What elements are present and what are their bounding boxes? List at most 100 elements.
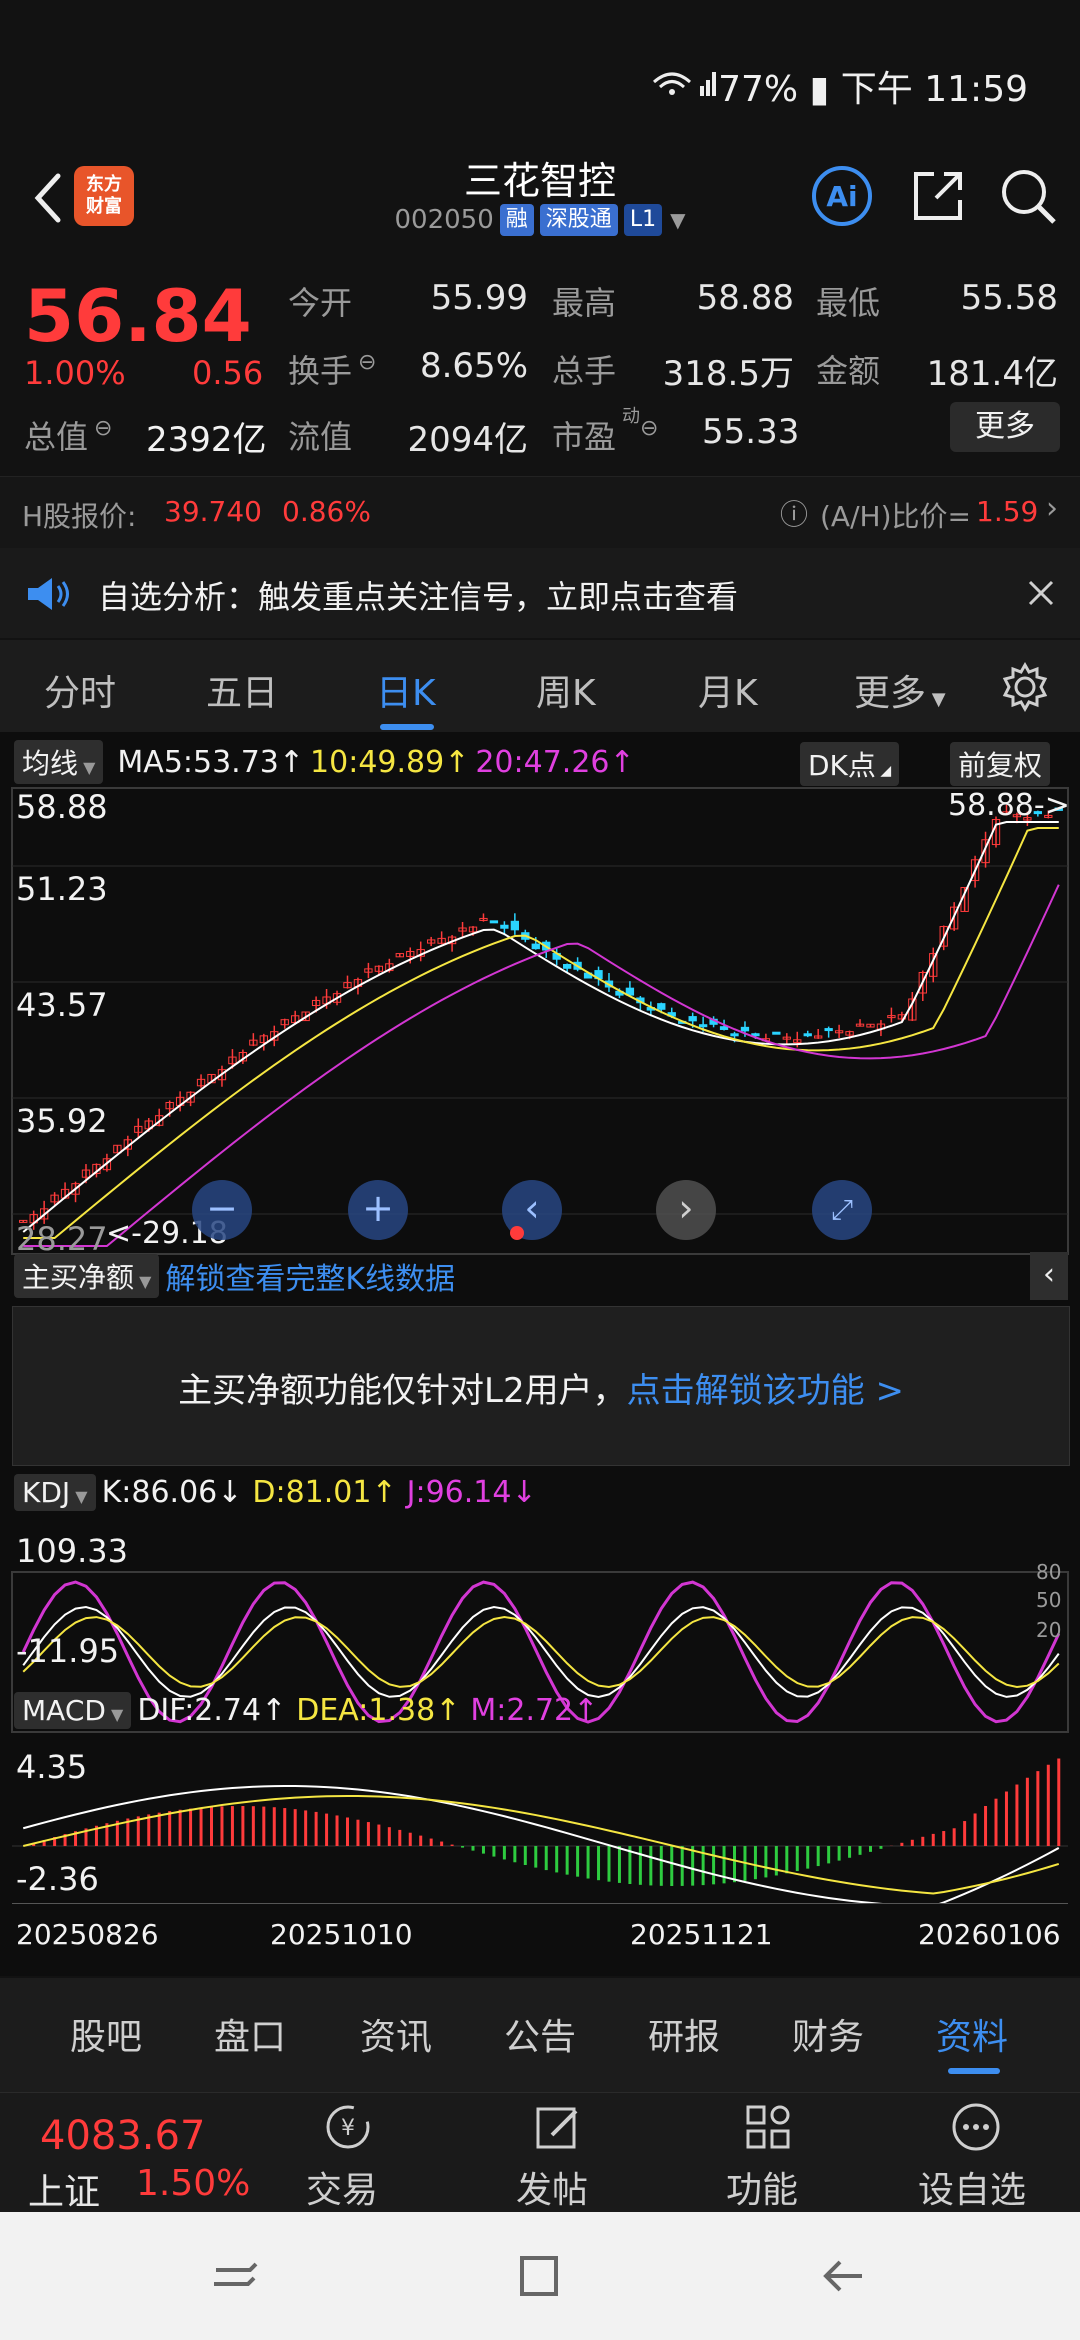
stat-value: 2094亿 [407,420,528,460]
recent-apps-icon[interactable] [210,2254,260,2298]
ai-icon[interactable]: Ai [810,164,874,228]
scroll-right-button[interactable]: › [656,1180,716,1240]
notice-text: 自选分析：触发重点关注信号，立即点击查看 [98,578,739,616]
net-buy-selector[interactable]: 主买净额 ▼ [14,1254,160,1298]
info-icon[interactable]: ⊖ [640,416,658,441]
stat-value: 55.99 [430,278,528,318]
candle-body [719,1026,729,1030]
search-icon[interactable] [996,164,1060,228]
period-tabs: 分时 五日 日K 周K 月K 更多 ▼ [0,640,1080,732]
kdj-k-value: K:86.06 [101,1475,218,1510]
h-share-label: H股报价: [22,500,137,533]
tab-finance[interactable]: 财务 [792,2008,864,2060]
macd-selector[interactable]: MACD ▼ [14,1692,132,1729]
tab-more[interactable]: 更多 ▼ [854,664,946,716]
date-label: 20260106 [918,1918,1061,1951]
system-nav-bar [0,2212,1080,2340]
help-icon[interactable]: ⓘ [780,493,808,533]
stat-value: 55.58 [960,278,1058,318]
chart-area: 均线 ▼ MA5:53.73 ↑ 10:49.89 ↑ 20:47.26 ↑ DK点 … [0,732,1080,1976]
tab-profile[interactable]: 资料 [936,2008,1008,2060]
unlock-feature-link[interactable]: 点击解锁该功能 > [627,1371,904,1411]
functions-button[interactable]: 功能 [716,2093,816,2213]
info-icon[interactable]: ⊖ [94,416,112,441]
tab-daily-k[interactable]: 日K [376,664,436,716]
active-tab-indicator [380,724,434,730]
change-pct: 1.00% [24,354,126,392]
ma5-value: MA5:53.73 [117,744,279,780]
svg-text:¥: ¥ [341,2116,355,2141]
adjust-button[interactable]: 前复权 [950,742,1051,786]
grid-icon [746,2105,790,2149]
net-buy-lock-panel[interactable]: 主买净额功能仅针对L2用户，点击解锁该功能 > [12,1306,1070,1466]
zoom-in-button[interactable]: + [348,1180,408,1240]
collapse-icon[interactable]: ‹ [1030,1252,1068,1300]
kdj-d-line [22,1615,1060,1688]
h-share-row[interactable]: H股报价: 39.740 0.86% ⓘ (A/H)比价= 1.59 › [0,476,1080,550]
kdj-ref-80: 80 [1036,1560,1062,1584]
macd-dea-line [22,1795,1060,1895]
kdj-j-value: J:96.14 [406,1475,512,1510]
date-label: 20250826 [16,1918,159,1951]
bottom-toolbar: 4083.67 上证 1.50% ¥ 交易 发帖 功能 设自选 [0,2092,1080,2213]
macd-dif-line [22,1785,1060,1904]
stat-value: 181.4亿 [926,354,1058,394]
tab-orderbook[interactable]: 盘口 [214,2008,286,2060]
index-ticker[interactable]: 4083.67 上证 1.50% [0,2093,280,2213]
tab-research[interactable]: 研报 [648,2008,720,2060]
candlesticks [19,804,1063,1230]
stock-header: 东方 财富 三花智控 002050 融 深股通 L1 ▼ Ai [0,150,1080,254]
macd-svg [12,1758,1068,1904]
stat-label: 市盈 [552,418,617,456]
tag-connect: 深股通 [539,204,618,236]
stat-label: 最高 [552,284,617,322]
post-button[interactable]: 发帖 [506,2093,606,2213]
kdj-ref-20: 20 [1036,1618,1062,1642]
gear-icon[interactable] [1000,662,1050,712]
chevron-right-icon: › [1046,491,1058,526]
kdj-ref-50: 50 [1036,1588,1062,1612]
h-share-price: 39.740 [164,495,262,528]
more-button[interactable]: 更多 [950,402,1060,452]
macd-legend: MACD ▼ DIF:2.74 ↑ DEA:1.38 ↑ M:2.72 ↑ [14,1692,598,1729]
y-label: 51.23 [16,870,108,908]
macd-y-top: 4.35 [16,1748,88,1786]
lock-message: 主买净额功能仅针对L2用户， [178,1371,627,1411]
analysis-notice[interactable]: 自选分析：触发重点关注信号，立即点击查看 [0,548,1080,638]
zoom-out-button[interactable]: − [192,1180,252,1240]
y-label-max: 58.88 [16,788,108,826]
candle-body [698,1024,708,1028]
tab-five-day[interactable]: 五日 [206,664,278,716]
share-icon[interactable] [906,164,970,228]
stat-label: 总值 [24,418,89,456]
add-watchlist-button[interactable]: 设自选 [910,2093,1040,2213]
unlock-link[interactable]: 解锁查看完整K线数据 [165,1254,455,1298]
fullscreen-icon[interactable]: ⤢ [812,1180,872,1240]
edit-icon [536,2107,578,2149]
kdj-selector[interactable]: KDJ ▼ [14,1474,96,1511]
dk-point-button[interactable]: DK点 ◢ [800,742,900,786]
tab-announcements[interactable]: 公告 [504,2008,576,2060]
tab-weekly-k[interactable]: 周K [536,664,596,716]
home-icon[interactable] [514,2252,562,2300]
back-nav-icon[interactable] [818,2254,868,2298]
candle-body [531,943,540,950]
indicator-selector[interactable]: 均线 ▼ [14,740,104,784]
stat-value: 8.65% [419,346,528,386]
tab-news[interactable]: 资讯 [360,2008,432,2060]
stat-value: 2392亿 [146,420,267,460]
trade-button[interactable]: ¥ 交易 [296,2093,396,2213]
tab-intraday[interactable]: 分时 [44,664,116,716]
candle-body [824,1028,833,1032]
ma-legend: 均线 ▼ MA5:53.73 ↑ 10:49.89 ↑ 20:47.26 ↑ [14,740,635,784]
info-icon[interactable]: ⊖ [358,350,376,375]
candle-body [803,1033,812,1037]
functions-label: 功能 [726,2170,799,2211]
tab-forum[interactable]: 股吧 [70,2008,142,2060]
signal-icon [653,72,716,96]
macd-m-value: M:2.72 [470,1693,574,1728]
close-icon[interactable] [1026,578,1056,608]
pe-superscript: 动 [622,406,640,427]
ah-ratio-label: (A/H)比价= [820,500,971,533]
tab-monthly-k[interactable]: 月K [698,664,758,716]
